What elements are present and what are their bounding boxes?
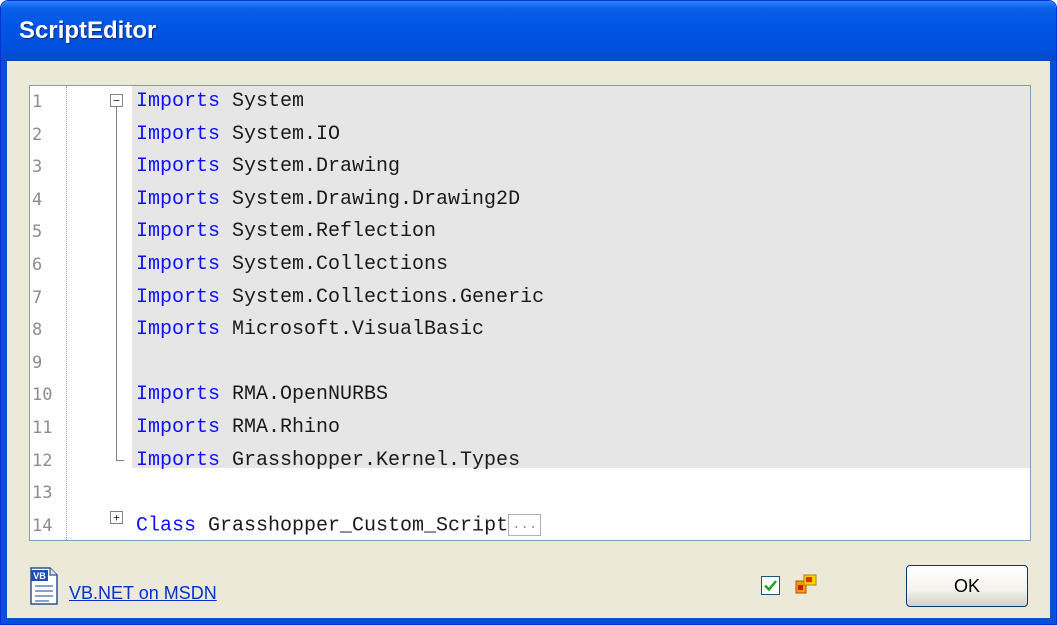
code-keyword: Imports — [136, 318, 221, 342]
code-text: System.IO — [220, 122, 341, 146]
line-number: 14 — [32, 515, 53, 536]
code-keyword: Imports — [136, 253, 221, 276]
code-keyword: Imports — [136, 122, 221, 146]
line-number: 5 — [32, 222, 43, 243]
code-keyword: Imports — [136, 383, 221, 407]
code-editor[interactable]: − + 1 Imports System 2 Imports System.IO 3 Im… — [29, 85, 1031, 541]
script-editor-window: ScriptEditor − + 1 Imports System 2 Imports… — [0, 0, 1057, 625]
code-keyword: Imports — [136, 285, 221, 309]
window-title: ScriptEditor — [19, 17, 157, 44]
code-keyword: Imports — [136, 187, 221, 211]
line-number: 9 — [32, 352, 43, 373]
line-number: 1 — [32, 92, 43, 112]
line-number: 11 — [32, 418, 53, 438]
line-number: 2 — [32, 124, 43, 145]
line-number: 12 — [32, 450, 53, 471]
code-keyword: Imports — [136, 220, 221, 244]
window-border-left — [1, 61, 7, 624]
code-keyword: Imports — [136, 448, 221, 472]
code-text: System — [220, 90, 305, 113]
line-number: 8 — [32, 320, 43, 341]
line-number: 6 — [32, 255, 43, 275]
line-number-gutter — [30, 86, 67, 540]
code-text: Grasshopper_Custom_Script — [196, 514, 509, 538]
title-bar[interactable]: ScriptEditor — [1, 1, 1056, 61]
code-line[interactable]: Imports System.Reflection — [136, 220, 436, 243]
collapse-region-icon[interactable]: − — [110, 94, 123, 107]
vbnet-msdn-link[interactable]: VB.NET on MSDN — [69, 583, 217, 604]
line-number: 7 — [32, 287, 43, 308]
collapsed-region-marker[interactable]: ... — [508, 513, 542, 536]
code-keyword: Imports — [136, 416, 221, 439]
code-text: RMA.OpenNURBS — [220, 383, 389, 407]
ok-button[interactable]: OK — [906, 565, 1028, 607]
code-text: System.Drawing.Drawing2D — [220, 187, 521, 211]
code-text: Microsoft.VisualBasic — [220, 318, 485, 342]
flag-icon[interactable] — [794, 573, 820, 595]
code-line[interactable]: Imports System.IO — [136, 123, 340, 146]
code-line[interactable]: Imports Grasshopper.Kernel.Types — [136, 449, 520, 472]
code-line[interactable]: Imports Microsoft.VisualBasic — [136, 318, 484, 341]
window-border-bottom — [1, 618, 1056, 624]
line-number: 3 — [32, 157, 43, 178]
fold-guide-line — [116, 107, 117, 460]
checkbox-icon[interactable] — [761, 576, 780, 595]
code-text: System.Reflection — [220, 220, 437, 244]
code-line[interactable]: Imports RMA.OpenNURBS — [136, 383, 388, 406]
code-text: RMA.Rhino — [220, 416, 341, 439]
code-text: Grasshopper.Kernel.Types — [220, 448, 521, 472]
svg-text:VB: VB — [33, 571, 46, 581]
fold-guide-end — [116, 460, 124, 461]
line-number: 13 — [32, 483, 53, 504]
code-text: System.Drawing — [220, 155, 401, 179]
code-line[interactable]: Imports RMA.Rhino — [136, 416, 340, 439]
code-line[interactable]: Class Grasshopper_Custom_Script... — [136, 513, 542, 538]
code-keyword: Imports — [136, 90, 221, 113]
code-line[interactable]: Imports System.Drawing.Drawing2D — [136, 188, 520, 211]
code-keyword: Imports — [136, 155, 221, 179]
code-text: System.Collections.Generic — [220, 285, 545, 309]
code-text: System.Collections — [220, 253, 449, 276]
code-line[interactable]: Imports System.Collections — [136, 253, 448, 276]
vb-file-icon: VB — [30, 567, 58, 605]
line-number: 10 — [32, 385, 53, 406]
code-keyword: Class — [136, 514, 197, 538]
window-border-right — [1050, 61, 1056, 624]
line-number: 4 — [32, 189, 43, 210]
code-line[interactable]: Imports System — [136, 90, 304, 113]
code-line[interactable]: Imports System.Collections.Generic — [136, 286, 544, 309]
expand-region-icon[interactable]: + — [110, 511, 123, 524]
code-line[interactable]: Imports System.Drawing — [136, 155, 400, 178]
